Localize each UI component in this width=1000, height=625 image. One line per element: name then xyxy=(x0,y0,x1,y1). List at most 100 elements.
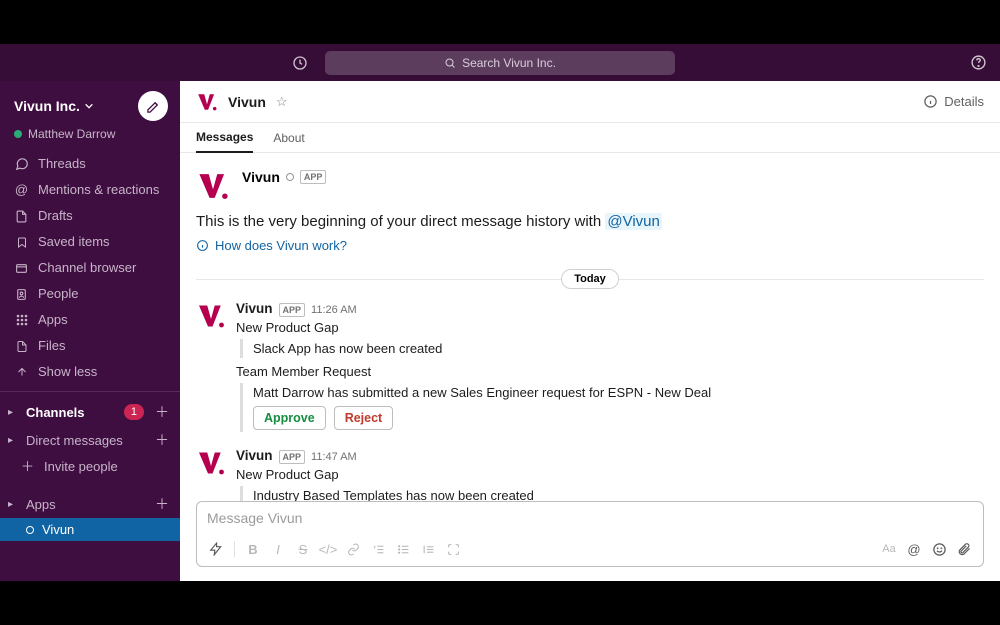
conversation-tabs: Messages About xyxy=(180,123,1000,153)
mention-vivun[interactable]: @Vivun xyxy=(605,213,661,230)
workspace-name: Vivun Inc. xyxy=(14,98,80,114)
section-direct-messages[interactable]: ▸ Direct messages ＋ xyxy=(0,426,180,454)
current-user-name: Matthew Darrow xyxy=(28,127,115,141)
presence-active-icon xyxy=(14,130,22,138)
nav-people[interactable]: People xyxy=(0,281,180,307)
message-title: New Product Gap xyxy=(236,467,534,482)
message-item: Vivun APP 11:47 AM New Product Gap Indus… xyxy=(196,448,984,501)
blockquote-icon[interactable] xyxy=(417,538,439,560)
message-block: Slack App has now been created xyxy=(240,339,711,358)
aa-format-icon[interactable]: Aa xyxy=(878,538,900,560)
add-dm-button[interactable]: ＋ xyxy=(154,432,170,448)
conversation-title: Vivun xyxy=(228,94,266,110)
apps-grid-icon xyxy=(14,314,29,326)
nav-show-less[interactable]: Show less xyxy=(0,359,180,385)
intro-text: This is the very beginning of your direc… xyxy=(196,213,984,230)
caret-right-icon: ▸ xyxy=(8,407,20,418)
bulleted-list-icon[interactable] xyxy=(392,538,414,560)
reject-button[interactable]: Reject xyxy=(334,406,394,430)
vivun-logo-icon xyxy=(196,301,226,331)
composer-input[interactable] xyxy=(197,502,983,534)
search-placeholder: Search Vivun Inc. xyxy=(462,56,556,70)
message-time: 11:47 AM xyxy=(311,449,357,465)
message-item: Vivun APP 11:26 AM New Product Gap Slack… xyxy=(196,301,984,438)
chevron-down-icon xyxy=(84,101,94,111)
at-icon: @ xyxy=(14,181,29,199)
add-channel-button[interactable]: ＋ xyxy=(154,404,170,420)
bold-icon[interactable]: B xyxy=(242,538,264,560)
bookmark-icon xyxy=(14,236,29,249)
nav-saved[interactable]: Saved items xyxy=(0,229,180,255)
strike-icon[interactable]: S xyxy=(292,538,314,560)
sidebar: Vivun Inc. Matthew Darrow Threads @Menti… xyxy=(0,81,180,581)
drafts-icon xyxy=(14,210,29,223)
message-block: Industry Based Templates has now been cr… xyxy=(240,486,534,501)
date-separator: Today xyxy=(196,269,984,289)
code-block-icon[interactable] xyxy=(442,538,464,560)
nav-threads[interactable]: Threads xyxy=(0,151,180,177)
star-icon[interactable]: ☆ xyxy=(276,94,288,110)
app-badge: APP xyxy=(279,303,306,317)
arrow-up-icon xyxy=(14,366,29,378)
approve-button[interactable]: Approve xyxy=(253,406,326,430)
search-input[interactable]: Search Vivun Inc. xyxy=(325,51,675,75)
nav-invite-people[interactable]: ＋ Invite people xyxy=(0,454,180,480)
tab-about[interactable]: About xyxy=(273,131,304,152)
current-user[interactable]: Matthew Darrow xyxy=(0,127,180,151)
top-toolbar: Search Vivun Inc. xyxy=(0,44,1000,81)
sidebar-app-vivun[interactable]: Vivun xyxy=(0,518,180,541)
how-does-app-work-link[interactable]: How does Vivun work? xyxy=(196,238,984,253)
code-icon[interactable]: </> xyxy=(317,538,339,560)
app-badge: APP xyxy=(279,450,306,464)
nav-channel-browser[interactable]: Channel browser xyxy=(0,255,180,281)
unread-badge: 1 xyxy=(124,404,144,420)
conversation-header: Vivun ☆ Details xyxy=(180,81,1000,123)
emoji-icon[interactable] xyxy=(928,538,950,560)
add-app-button[interactable]: ＋ xyxy=(154,496,170,512)
message-title: Team Member Request xyxy=(236,364,711,379)
message-list: Vivun APP This is the very beginning of … xyxy=(180,153,1000,501)
date-chip[interactable]: Today xyxy=(561,269,619,289)
help-icon[interactable] xyxy=(968,53,988,73)
message-title: New Product Gap xyxy=(236,320,711,335)
info-icon xyxy=(923,94,938,109)
workspace-switcher[interactable]: Vivun Inc. xyxy=(14,98,94,114)
plus-icon: ＋ xyxy=(20,458,35,476)
presence-empty-icon xyxy=(26,526,34,534)
message-block: Matt Darrow has submitted a new Sales En… xyxy=(240,383,711,432)
nav-apps[interactable]: Apps xyxy=(0,307,180,333)
tab-messages[interactable]: Messages xyxy=(196,130,253,153)
message-sender: Vivun xyxy=(236,301,273,317)
caret-right-icon: ▸ xyxy=(8,435,20,446)
ordered-list-icon[interactable] xyxy=(367,538,389,560)
nav-drafts[interactable]: Drafts xyxy=(0,203,180,229)
presence-empty-icon xyxy=(286,173,294,181)
attach-icon[interactable] xyxy=(953,538,975,560)
history-icon[interactable] xyxy=(290,53,310,73)
nav-mentions[interactable]: @Mentions & reactions xyxy=(0,177,180,203)
details-button[interactable]: Details xyxy=(923,94,984,109)
people-icon xyxy=(14,288,29,301)
mention-icon[interactable]: @ xyxy=(903,538,925,560)
app-badge: APP xyxy=(300,170,327,184)
section-apps[interactable]: ▸ Apps ＋ xyxy=(0,490,180,518)
channel-browser-icon xyxy=(14,262,29,275)
section-channels[interactable]: ▸ Channels 1 ＋ xyxy=(0,398,180,426)
link-icon[interactable] xyxy=(342,538,364,560)
shortcut-bolt-icon[interactable] xyxy=(205,538,227,560)
message-sender: Vivun xyxy=(236,448,273,464)
vivun-logo-icon xyxy=(196,91,218,113)
vivun-logo-icon xyxy=(196,448,226,478)
files-icon xyxy=(14,340,29,353)
compose-button[interactable] xyxy=(138,91,168,121)
vivun-logo-icon xyxy=(196,169,230,203)
threads-icon xyxy=(14,157,29,171)
message-time: 11:26 AM xyxy=(311,302,357,318)
caret-right-icon: ▸ xyxy=(8,499,20,510)
italic-icon[interactable]: I xyxy=(267,538,289,560)
composer-toolbar: B I S </> Aa @ xyxy=(197,534,983,566)
nav-files[interactable]: Files xyxy=(0,333,180,359)
conversation-pane: Vivun ☆ Details Messages About Vivun xyxy=(180,81,1000,581)
app-name: Vivun xyxy=(242,169,280,185)
message-composer[interactable]: B I S </> Aa @ xyxy=(196,501,984,567)
